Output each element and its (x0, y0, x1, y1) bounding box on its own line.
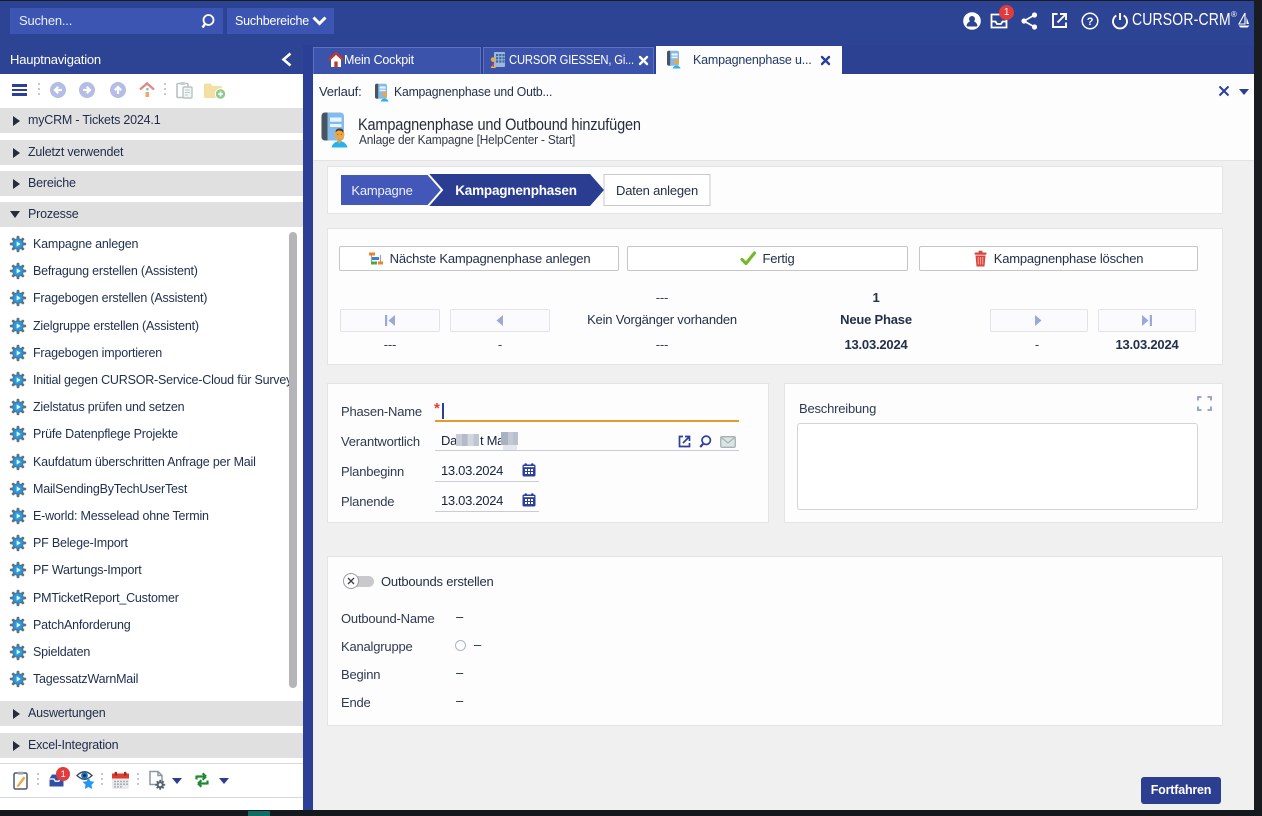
svg-text:Kampagne: Kampagne (351, 183, 412, 198)
svg-text:Kampagnenphasen: Kampagnenphasen (455, 183, 577, 198)
svg-text:?: ? (1087, 16, 1094, 28)
svg-text:Daten anlegen: Daten anlegen (616, 183, 698, 198)
